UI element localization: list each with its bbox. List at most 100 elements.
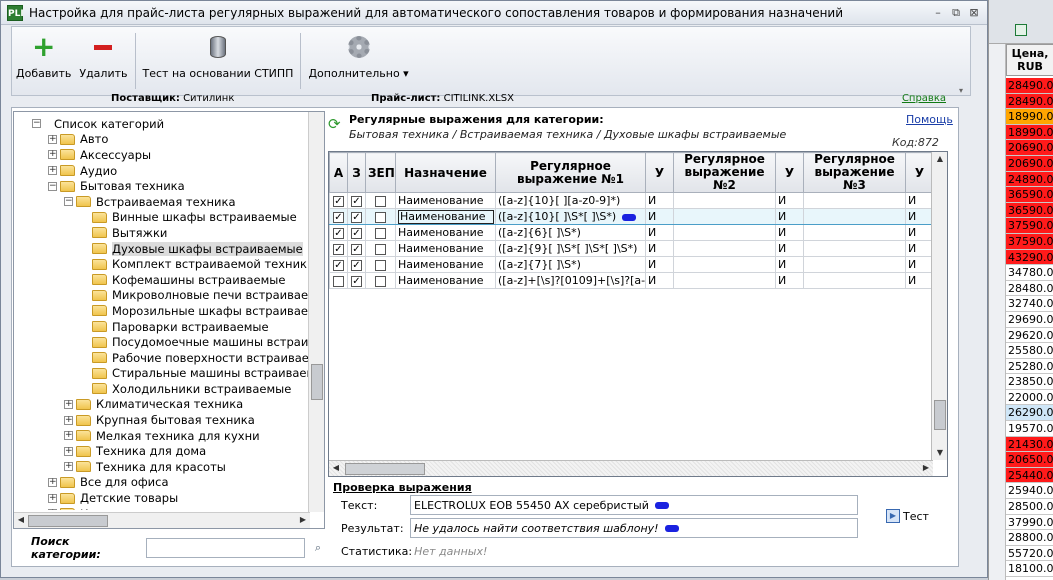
u3-cell[interactable]: И [905,192,934,209]
price-cell[interactable]: 20650.0 [1006,452,1053,468]
tree-node[interactable]: Рабочие поверхности встраиваем [14,350,310,366]
price-cell[interactable]: 20690.0 [1006,155,1053,172]
tree-node[interactable]: Духовые шкафы встраиваемые [14,241,310,257]
a-checkbox[interactable]: ✓ [333,211,344,223]
tree-node[interactable]: − Встраиваемая техника [14,194,310,210]
purpose-cell[interactable]: Наименование [395,240,496,257]
tree-node[interactable]: + Техника для дома [14,443,310,459]
tree-node[interactable]: + Аксессуары [14,147,310,163]
tree-node[interactable]: + Мелкая техника для кухни [14,428,310,444]
scroll-right-icon[interactable]: ▶ [296,513,310,527]
u2-cell[interactable]: И [775,208,804,225]
tree-horizontal-scrollbar[interactable]: ◀ ▶ [14,512,310,528]
expand-icon[interactable]: + [64,431,73,441]
add-button[interactable]: + Добавить [12,27,75,95]
search-input[interactable] [146,538,305,558]
collapse-icon[interactable]: − [48,181,57,191]
tree-node[interactable]: Стиральные машины встраиваемь [14,366,310,382]
price-cell[interactable]: 34780.0 [1006,265,1053,281]
a-checkbox[interactable] [333,275,344,287]
price-cell[interactable]: 29690.0 [1006,311,1053,328]
column-header[interactable]: У [775,152,804,193]
price-cell[interactable]: 24890.0 [1006,171,1053,188]
test-button[interactable]: ▶ Тест [886,509,929,523]
search-icon[interactable]: ⌕ [315,541,321,555]
u1-cell[interactable]: И [645,240,674,257]
u1-cell[interactable]: И [645,208,674,225]
minimize-button[interactable]: – [931,6,945,20]
tree-node[interactable]: + Комплектующие [14,506,310,510]
price-cell[interactable]: 36590.0 [1006,187,1053,203]
u3-cell[interactable]: И [905,272,934,289]
purpose-cell[interactable]: Наименование [395,192,496,209]
price-cell[interactable]: 18100.0 [1006,561,1053,577]
re3-cell[interactable] [803,208,906,225]
column-header[interactable]: А [329,152,348,193]
z-checkbox[interactable]: ✓ [351,195,362,207]
tree-hscroll-thumb[interactable] [28,515,108,527]
close-button[interactable]: ⊠ [967,6,981,20]
tree-node[interactable]: + Авто [14,132,310,148]
price-cell[interactable]: 43290.0 [1006,249,1053,266]
re2-cell[interactable] [673,224,776,241]
regex-row[interactable]: ✓ ✓ Наименование ([a-z]{10}[ ][a-z0-9]*) И И И [329,192,934,209]
price-cell[interactable]: 19570.0 [1006,421,1053,437]
column-header[interactable]: Регулярное выражение №2 [673,152,776,193]
re2-cell[interactable] [673,240,776,257]
purpose-cell[interactable]: Наименование [395,272,496,289]
u1-cell[interactable]: И [645,192,674,209]
zep-checkbox[interactable] [375,243,386,255]
u2-cell[interactable]: И [775,272,804,289]
tree-vertical-scrollbar[interactable] [308,112,324,512]
u2-cell[interactable]: И [775,240,804,257]
z-checkbox[interactable]: ✓ [351,243,362,255]
column-header[interactable]: У [905,152,934,193]
zep-checkbox[interactable] [375,227,386,239]
delete-button[interactable]: Удалить [75,27,131,95]
a-checkbox[interactable]: ✓ [333,227,344,239]
scroll-left-icon[interactable]: ◀ [329,461,343,475]
help-link[interactable]: Справка [902,93,946,104]
re2-cell[interactable] [673,192,776,209]
grid-hscroll-thumb[interactable] [345,463,425,475]
tree-node[interactable]: Комплект встраиваемой техники [14,256,310,272]
price-cell[interactable]: 28800.0 [1006,530,1053,546]
re1-cell[interactable]: ([a-z]+[\s]?[0109]+[\s]?[a-z]+ [495,272,646,289]
a-checkbox[interactable]: ✓ [333,195,344,207]
price-cell[interactable]: 32740.0 [1006,296,1053,312]
price-cell[interactable]: 18990.0 [1006,109,1053,125]
expand-icon[interactable]: + [48,150,57,160]
price-cell[interactable]: 25580.0 [1006,343,1053,359]
regex-row[interactable]: ✓ ✓ Наименование ([a-z]{9}[ ]\S*[ ]\S*[ ]\S… [329,240,934,257]
cell-editor[interactable]: Наименование [398,209,494,224]
regex-row[interactable]: ✓ ✓ Наименование ([a-z]{10}[ ]\S*[ ]\S*) И И И [329,208,934,225]
u3-cell[interactable]: И [905,224,934,241]
price-cell[interactable]: 18990.0 [1006,124,1053,141]
price-cell[interactable]: 23850.0 [1006,374,1053,390]
tree-node[interactable]: Микроволновые печи встраиваем [14,288,310,304]
expand-icon[interactable]: + [64,399,73,409]
test-text-input[interactable]: ELECTROLUX EOB 55450 AX серебристый [410,495,858,515]
zep-checkbox[interactable] [375,275,386,287]
price-cell[interactable]: 28490.0 [1006,93,1053,110]
re1-cell[interactable]: ([a-z]{9}[ ]\S*[ ]\S*[ ]\S*) [495,240,646,257]
expand-icon[interactable]: + [64,415,73,425]
re1-cell[interactable]: ([a-z]{10}[ ]\S*[ ]\S*) [495,208,646,225]
re3-cell[interactable] [803,224,906,241]
a-checkbox[interactable]: ✓ [333,259,344,271]
price-cell[interactable]: 37590.0 [1006,218,1053,234]
u3-cell[interactable]: И [905,208,934,225]
scroll-down-icon[interactable]: ▼ [933,446,947,460]
z-checkbox[interactable]: ✓ [351,211,362,223]
purpose-cell[interactable]: Наименование [395,224,496,241]
purpose-cell[interactable]: Наименование [395,256,496,273]
price-cell[interactable]: 37590.0 [1006,233,1053,250]
tree-node[interactable]: Вытяжки [14,225,310,241]
regex-row[interactable]: ✓ ✓ Наименование ([a-z]{6}[ ]\S*) И И И [329,224,934,241]
u3-cell[interactable]: И [905,240,934,257]
a-checkbox[interactable]: ✓ [333,243,344,255]
more-dropdown-button[interactable]: Дополнительно ▾ [304,27,412,95]
re1-cell[interactable]: ([a-z]{10}[ ][a-z0-9]*) [495,192,646,209]
u1-cell[interactable]: И [645,256,674,273]
re3-cell[interactable] [803,272,906,289]
